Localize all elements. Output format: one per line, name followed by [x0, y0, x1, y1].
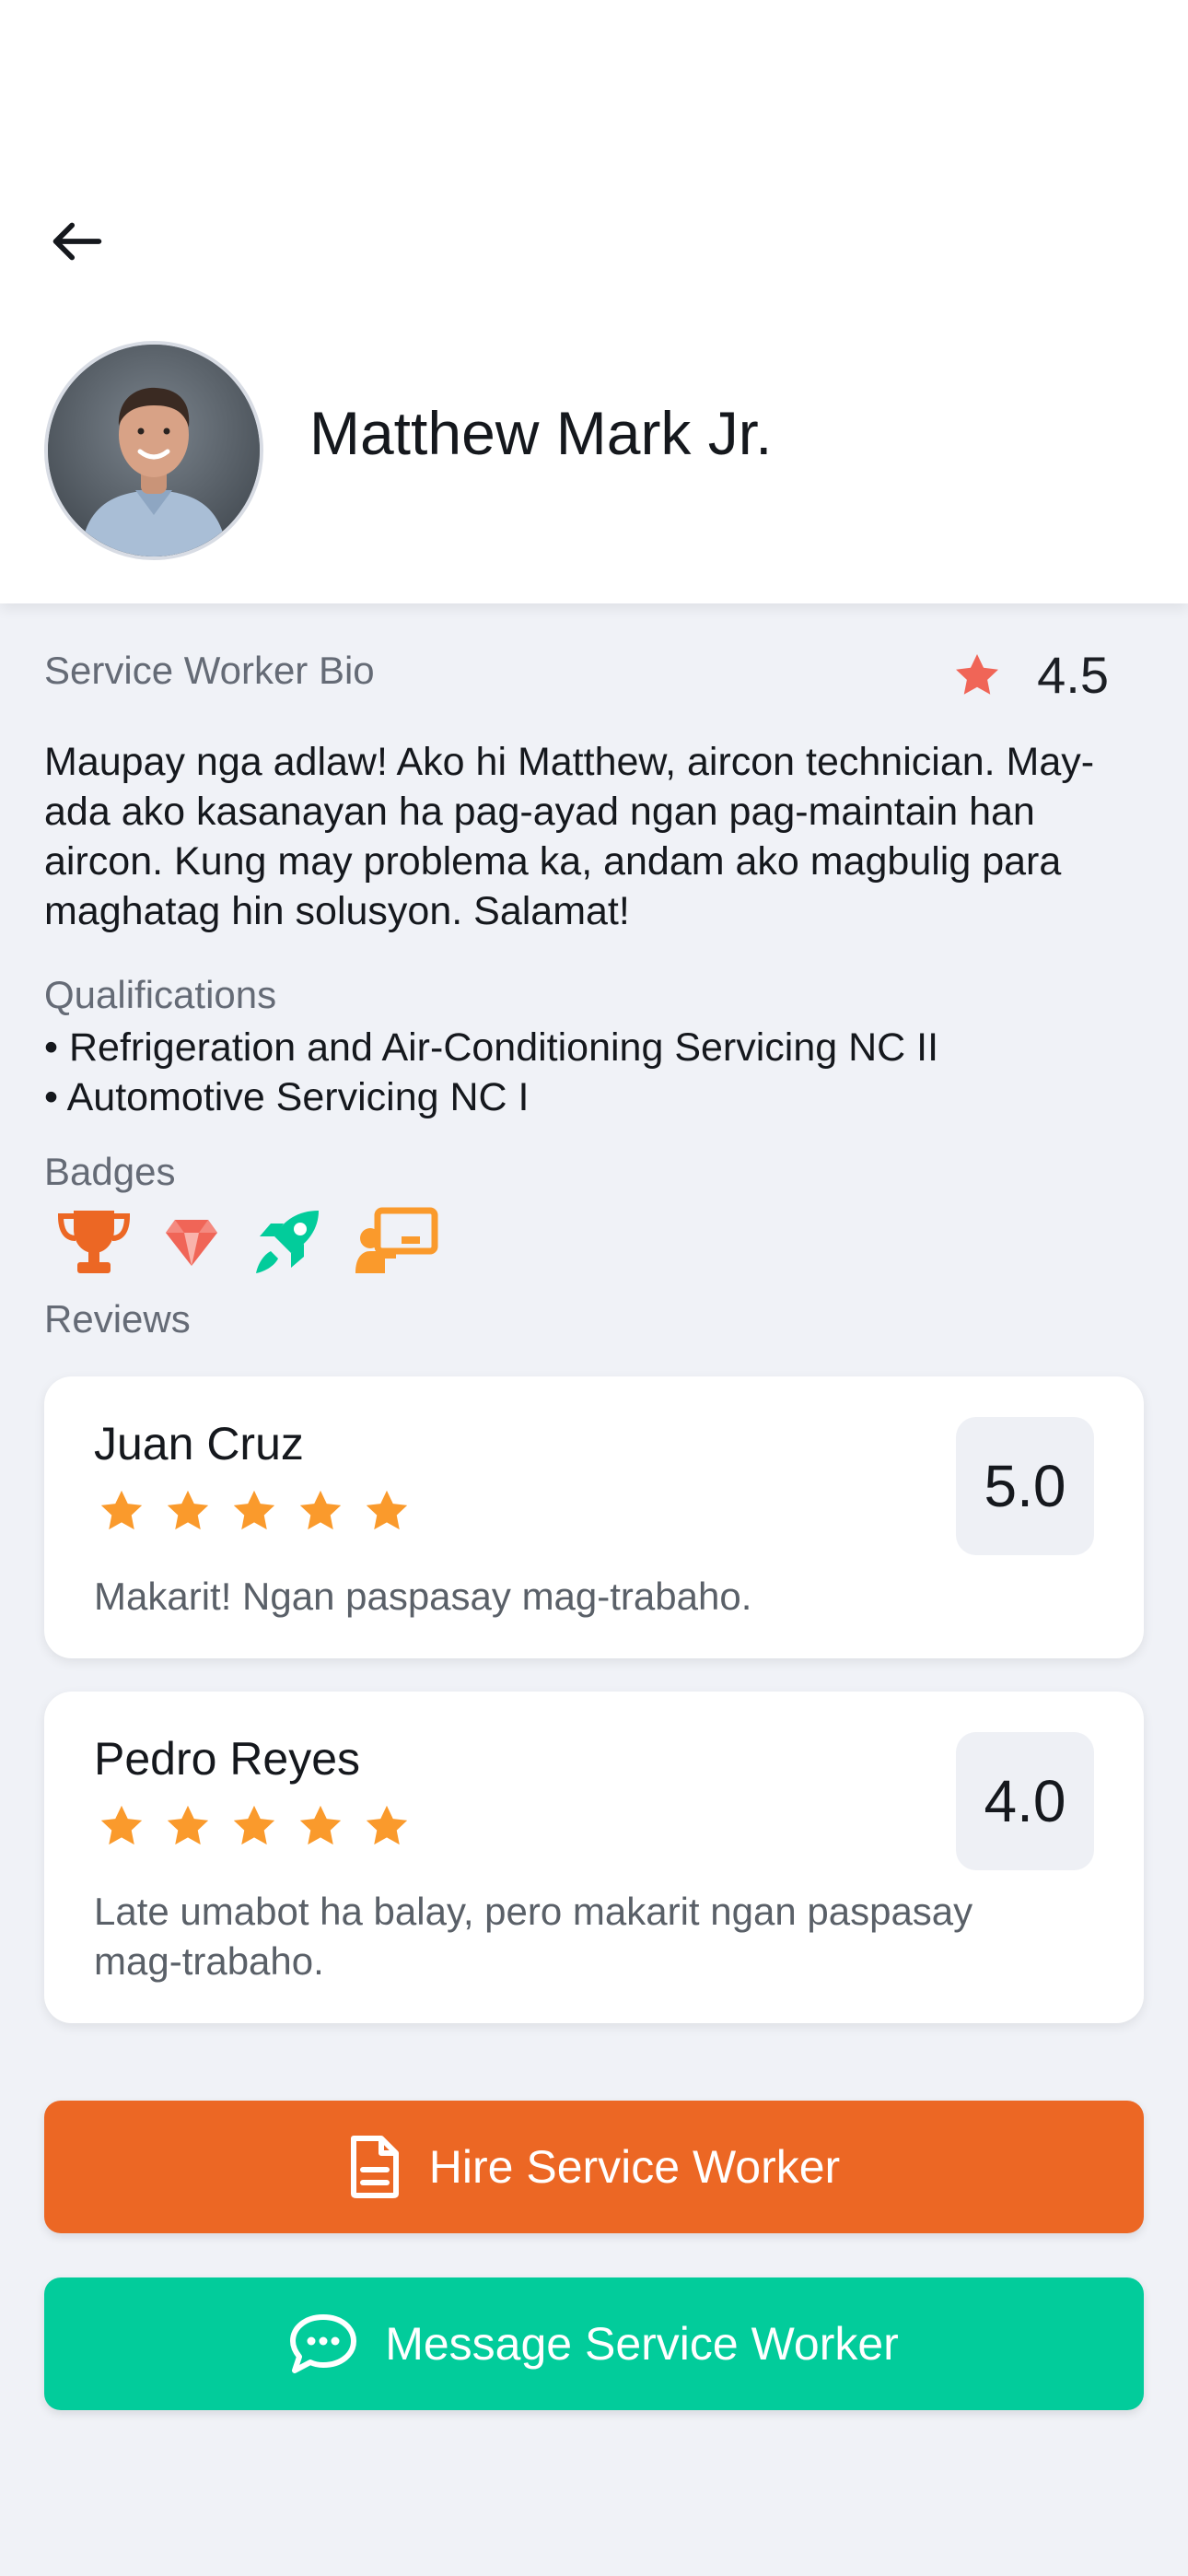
chat-icon — [290, 2314, 357, 2373]
teacher-icon — [354, 1207, 438, 1277]
badges-row — [55, 1207, 438, 1277]
avatar-photo — [48, 345, 260, 556]
star-icon — [366, 1490, 408, 1530]
badges-label: Badges — [44, 1150, 176, 1193]
profile-header: Matthew Mark Jr. — [0, 0, 1188, 603]
star-icon — [233, 1490, 275, 1530]
reviewer-name: Pedro Reyes — [94, 1733, 361, 1785]
document-icon — [350, 2136, 399, 2198]
review-text: Makarit! Ngan paspasay mag-trabaho. — [94, 1575, 752, 1618]
arrow-left-icon — [52, 222, 102, 261]
message-button-label: Message Service Worker — [385, 2318, 899, 2370]
review-score: 4.0 — [956, 1732, 1094, 1870]
hire-button[interactable]: Hire Service Worker — [44, 2101, 1144, 2233]
star-icon — [956, 653, 999, 695]
review-text: Late umabot ha balay, pero makarit ngan … — [94, 1890, 973, 1983]
gem-icon — [164, 1216, 219, 1268]
star-icon — [233, 1805, 275, 1845]
star-icon — [167, 1490, 209, 1530]
bio-label: Service Worker Bio — [44, 649, 375, 692]
star-icon — [167, 1805, 209, 1845]
avatar — [44, 341, 263, 560]
qualification-item: • Refrigeration and Air-Conditioning Ser… — [44, 1025, 939, 1070]
star-icon — [299, 1490, 342, 1530]
review-card: Juan Cruz 5.0 Makarit! Ngan paspasay mag… — [44, 1376, 1144, 1658]
hire-button-label: Hire Service Worker — [428, 2141, 841, 2193]
rocket-icon — [250, 1207, 322, 1277]
qualifications-list: • Refrigeration and Air-Conditioning Ser… — [44, 1023, 938, 1122]
bio-text: Maupay nga adlaw! Ako hi Matthew, aircon… — [44, 740, 1095, 933]
reviewer-name: Juan Cruz — [94, 1418, 304, 1469]
review-score: 5.0 — [956, 1417, 1094, 1555]
star-icon — [100, 1805, 143, 1845]
review-stars — [96, 1485, 413, 1537]
star-icon — [299, 1805, 342, 1845]
star-icon — [100, 1490, 143, 1530]
qualifications-label: Qualifications — [44, 973, 277, 1016]
qualification-item: • Automotive Servicing NC I — [44, 1075, 530, 1119]
trophy-icon — [55, 1207, 133, 1277]
message-button[interactable]: Message Service Worker — [44, 2277, 1144, 2410]
review-stars — [96, 1800, 413, 1852]
star-icon — [366, 1805, 408, 1845]
back-button[interactable] — [41, 205, 114, 278]
worker-name: Matthew Mark Jr. — [309, 399, 773, 467]
overall-rating-value: 4.5 — [1037, 646, 1109, 704]
reviews-label: Reviews — [44, 1297, 191, 1341]
review-card: Pedro Reyes 4.0 Late umabot ha balay, pe… — [44, 1692, 1144, 2023]
overall-rating: 4.5 — [950, 645, 1109, 705]
